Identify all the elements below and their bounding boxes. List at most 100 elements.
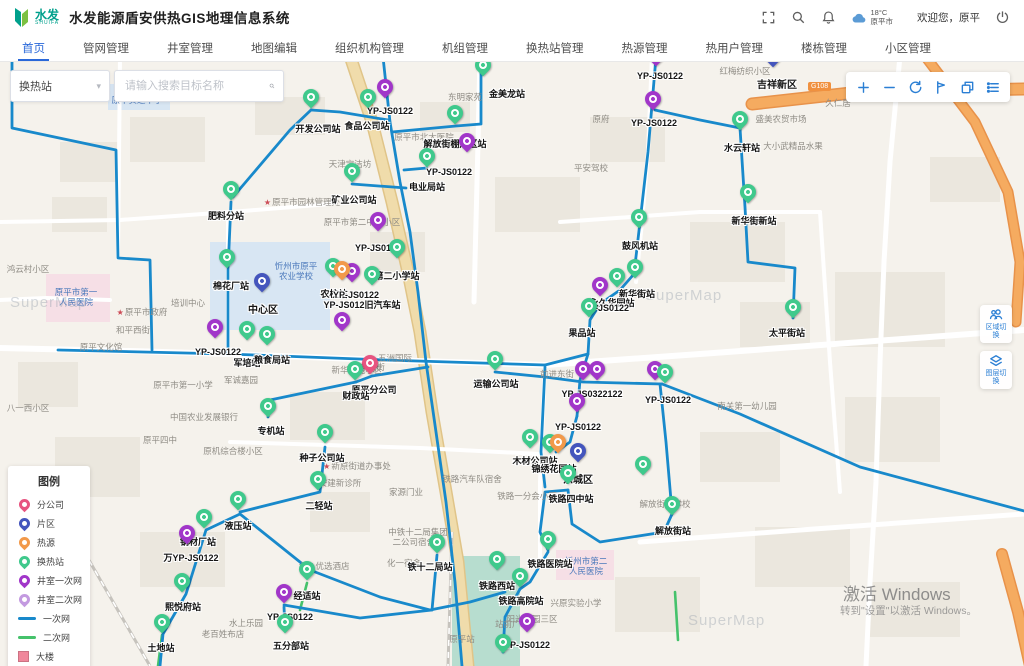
legend-pin-icon	[17, 573, 33, 589]
legend-item-井室一次网: 井室一次网	[18, 571, 90, 590]
map-marker-label: 铁路四中站	[548, 492, 593, 505]
map-marker-label: 开发公司站	[295, 122, 340, 135]
weather-widget: 18°C 原平市	[851, 8, 894, 26]
legend-title: 图例	[18, 473, 90, 489]
map-block	[845, 397, 940, 462]
tab-热用户管理[interactable]: 热用户管理	[706, 34, 764, 61]
map-marker-label: 运输公司站	[473, 377, 518, 390]
map-marker-label: 鼓风机站	[622, 239, 658, 252]
tab-小区管理[interactable]: 小区管理	[885, 34, 931, 61]
logout-icon[interactable]	[994, 9, 1010, 25]
measure-button[interactable]	[930, 76, 952, 98]
legend-item-二次网: 二次网	[18, 628, 90, 647]
legend-item-井室二次网: 井室二次网	[18, 590, 90, 609]
map-marker-label: YP-JS0122	[426, 167, 472, 177]
map-marker-label: 粮食局站	[254, 353, 290, 366]
map-road	[230, 442, 540, 454]
tab-组织机构管理[interactable]: 组织机构管理	[335, 34, 404, 61]
map-road	[0, 204, 330, 222]
map-marker-label: 财政站	[342, 389, 369, 402]
legend-line-icon	[18, 617, 36, 620]
map-marker-label: 食品公司站	[344, 119, 389, 132]
tab-热源管理[interactable]: 热源管理	[622, 34, 668, 61]
search-icon[interactable]	[791, 9, 807, 25]
map-road	[474, 62, 480, 302]
map-marker-label: YP-JS0122	[645, 395, 691, 405]
map-marker-label: 棉花厂站	[213, 279, 249, 292]
map-marker-label: 电业局站	[409, 180, 445, 193]
reset-button[interactable]	[904, 76, 926, 98]
main-nav: 首页 管网管理 井室管理 地图编辑 组织机构管理 机组管理 换热站管理 热源管理 热用户管理 楼栋…	[0, 34, 1024, 62]
map-legend: 图例 分公司片区热源换热站井室一次网井室二次网一次网二次网大楼	[8, 466, 90, 666]
search-category-value: 换热站	[19, 78, 52, 94]
legend-pin-icon	[17, 592, 33, 608]
map-marker-label: 果品站	[568, 326, 595, 339]
map-marker-label: 肥料分站	[208, 209, 244, 222]
map-road	[0, 298, 110, 300]
fullscreen-icon[interactable]	[761, 9, 777, 25]
legend-square-icon	[18, 651, 29, 662]
map-marker-label: 太平街站	[769, 326, 805, 339]
map-marker-label: 二轻站	[305, 499, 332, 512]
map-marker-label: 新华街新站	[731, 214, 776, 227]
tab-换热站管理[interactable]: 换热站管理	[526, 34, 584, 61]
page-title: 水发能源盾安供热GIS地理信息系统	[69, 7, 290, 27]
legend-item-分公司: 分公司	[18, 495, 90, 514]
primary-network-line[interactable]	[352, 184, 406, 188]
map-marker-label: 金美龙站	[489, 87, 525, 100]
search-category-select[interactable]: 换热站 ▾	[10, 70, 110, 102]
list-button[interactable]	[982, 76, 1004, 98]
legend-pin-icon	[17, 554, 33, 570]
map-block	[52, 197, 107, 232]
map-block	[18, 362, 78, 407]
zoom-out-button[interactable]	[878, 76, 900, 98]
tab-管网管理[interactable]: 管网管理	[83, 34, 129, 61]
legend-line-icon	[18, 636, 36, 639]
map-road	[560, 212, 820, 222]
map-marker-label: 土地站	[147, 641, 174, 654]
map-marker-label: YP-JS0122	[555, 422, 601, 432]
zoom-in-button[interactable]	[852, 76, 874, 98]
map-road	[866, 62, 900, 666]
welcome-text: 欢迎您，原平	[917, 10, 980, 25]
search-input[interactable]	[123, 79, 269, 93]
map-block	[615, 577, 700, 632]
legend-pin-icon	[17, 516, 33, 532]
map-marker-label: 经适站	[293, 589, 320, 602]
weather-city: 原平市	[871, 17, 894, 26]
weather-temp: 18°C	[871, 8, 894, 17]
map-marker-label: YP-JS012旧汽车站	[323, 298, 400, 311]
legend-item-大楼: 大楼	[18, 647, 90, 666]
search-input-wrap	[114, 70, 284, 102]
map-marker-label: 铁十二局站	[407, 560, 452, 573]
app-logo: 水发 SHUIFA	[12, 6, 59, 28]
map-marker-label: 矿业公司站	[331, 193, 376, 206]
legend-item-一次网: 一次网	[18, 609, 90, 628]
map-block	[755, 527, 850, 587]
side-button-图层切换[interactable]: 图层切换	[980, 351, 1012, 389]
map-search-control: 换热站 ▾	[10, 70, 284, 102]
map-marker-label: 五分部站	[273, 639, 309, 652]
map-marker-label: 吉祥新区	[757, 76, 797, 91]
map[interactable]: 换热站 ▾ 区域切换图层切换 图例 分公司片区热源换热站井室一次网井室二次网一次…	[0, 62, 1024, 666]
tab-楼栋管理[interactable]: 楼栋管理	[801, 34, 847, 61]
tab-机组管理[interactable]: 机组管理	[442, 34, 488, 61]
tab-井室管理[interactable]: 井室管理	[167, 34, 213, 61]
map-marker-label: 水云轩站	[724, 141, 760, 154]
search-input-icon[interactable]	[269, 79, 275, 93]
tab-首页[interactable]: 首页	[22, 34, 45, 61]
primary-network-line[interactable]	[58, 350, 545, 365]
map-block	[310, 492, 370, 532]
map-marker-label: 专机站	[257, 424, 284, 437]
map-block	[690, 222, 785, 282]
primary-network-line[interactable]	[404, 168, 427, 170]
map-marker-label: 液压站	[224, 519, 251, 532]
road-shield: G108	[808, 82, 831, 91]
tab-地图编辑[interactable]: 地图编辑	[251, 34, 297, 61]
copy-layers-button[interactable]	[956, 76, 978, 98]
side-button-区域切换[interactable]: 区域切换	[980, 305, 1012, 343]
map-block	[130, 117, 205, 162]
map-marker-label: YP-JS0122	[631, 118, 677, 128]
bell-icon[interactable]	[821, 9, 837, 25]
legend-pin-icon	[17, 497, 33, 513]
